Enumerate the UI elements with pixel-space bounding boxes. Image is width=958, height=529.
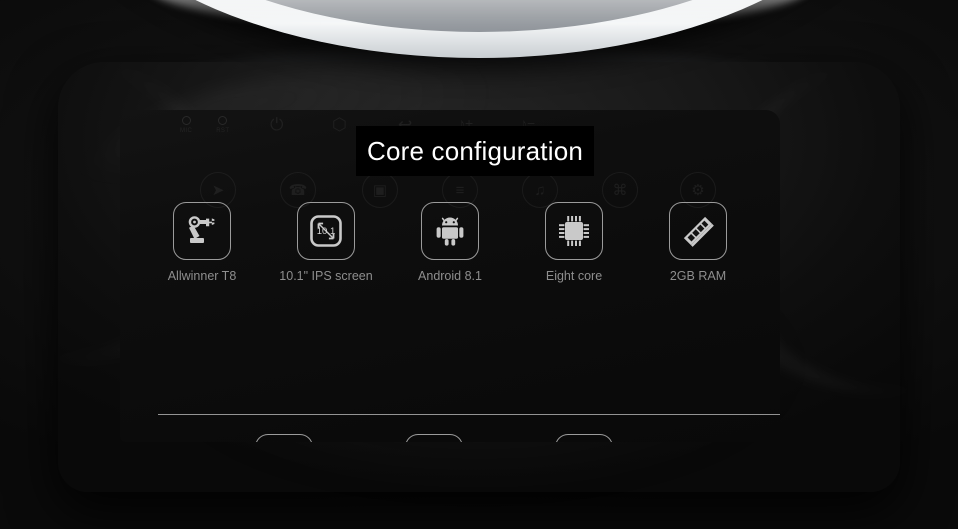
spec-row-primary: Allwinner T8 10.1 10.1" IPS screen Andro…: [120, 202, 780, 284]
spec-label-ram: 2GB RAM: [669, 269, 727, 283]
screen-size-icon: 10.1: [297, 202, 355, 260]
spec-item-cpu-model: Allwinner T8: [140, 202, 264, 284]
spec-grid: Allwinner T8 10.1 10.1" IPS screen Andro…: [120, 202, 780, 442]
speaker-amp-icon: [405, 434, 463, 442]
page-title-text: Core configuration: [366, 135, 584, 166]
spec-item-amplifier: Power Amplifier IC: TDA7851: [359, 434, 509, 442]
power-key-icon[interactable]: ⏻: [270, 116, 283, 133]
spec-item-radio: Radio Chip:7786IC: [509, 434, 659, 442]
bezel-outer-ring: [64, 0, 894, 58]
mic-pinhole: MIC: [180, 116, 192, 134]
ram-stick-icon: [669, 202, 727, 260]
mute-key-icon[interactable]: ⬡: [332, 116, 347, 133]
rst-pinhole: RST: [216, 116, 229, 134]
spec-label-cpu-model: Allwinner T8: [167, 269, 237, 283]
spec-item-os: Android 8.1: [388, 202, 512, 284]
spec-label-cores: Eight core: [545, 269, 603, 283]
spec-row-secondary: 32GB ROM: [191, 434, 677, 442]
mic-label: MIC: [180, 128, 193, 134]
rst-hole-icon: [218, 116, 228, 125]
spec-item-cores: Eight core: [512, 202, 636, 284]
spec-item-ram: 2GB RAM: [636, 202, 760, 284]
indicator-pinholes: MIC RST: [180, 116, 229, 134]
floppy-disk-icon: [255, 434, 313, 442]
screen-size-badge: 10.1: [317, 226, 336, 237]
radio-chip-icon: [555, 434, 613, 442]
section-divider: [158, 414, 780, 415]
android-icon: [421, 202, 479, 260]
bezel-rim-highlight: [147, 0, 811, 33]
spec-item-rom: 32GB ROM: [209, 434, 359, 442]
rst-label: RST: [216, 128, 230, 134]
dashboard-bezel: [64, 0, 894, 58]
page-title: Core configuration: [356, 126, 594, 176]
spec-label-screen: 10.1" IPS screen: [279, 269, 373, 283]
mic-hole-icon: [181, 116, 191, 125]
device-screen-panel: MIC RST ⏻ ⬡ ↩ ♪+ ♪− ➤ ☎ ▣ ≡ ♫ ⌘ ⚙ Core c…: [120, 110, 780, 442]
spec-label-os: Android 8.1: [418, 269, 482, 283]
cpu-chip-icon: [545, 202, 603, 260]
spec-item-screen: 10.1 10.1" IPS screen: [264, 202, 388, 284]
robot-arm-icon: [173, 202, 231, 260]
spec-row-secondary-wrap: 32GB ROM: [120, 434, 780, 442]
